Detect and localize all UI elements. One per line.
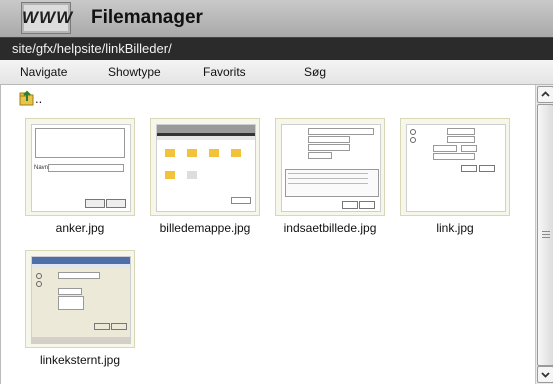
chevron-up-icon	[541, 91, 550, 97]
current-path: site/gfx/helpsite/linkBilleder/	[12, 41, 172, 56]
app-title: Filemanager	[91, 7, 203, 28]
file-view: .. Navn: anker.jpg billedemappe.jpg inds…	[0, 85, 536, 384]
menu-favorits[interactable]: Favorits	[203, 65, 246, 79]
file-name[interactable]: link.jpg	[385, 221, 525, 235]
scroll-down-button[interactable]	[537, 366, 553, 383]
thumbnail[interactable]: Navn:	[25, 118, 135, 216]
file-name[interactable]: billedemappe.jpg	[135, 221, 275, 235]
chevron-down-icon	[541, 372, 550, 378]
menu-navigate[interactable]: Navigate	[20, 65, 67, 79]
vertical-scrollbar[interactable]	[535, 85, 553, 384]
grip-line	[542, 234, 550, 235]
file-name[interactable]: linkeksternt.jpg	[10, 353, 150, 367]
thumbnail[interactable]	[25, 250, 135, 348]
thumbnail-image	[281, 124, 381, 212]
grip-line	[542, 237, 550, 238]
thumbnail-image	[31, 256, 131, 344]
thumbnail[interactable]	[400, 118, 510, 216]
grip-line	[542, 231, 550, 232]
title-bar: WWW Filemanager	[0, 0, 553, 37]
thumbnail[interactable]	[150, 118, 260, 216]
thumbnail-image	[156, 124, 256, 212]
file-name[interactable]: indsaetbillede.jpg	[260, 221, 400, 235]
scrollbar-thumb[interactable]	[537, 104, 553, 366]
app-logo: WWW	[21, 2, 72, 34]
folder-up-icon[interactable]	[19, 90, 35, 106]
path-bar: site/gfx/helpsite/linkBilleder/	[0, 37, 553, 60]
menu-search[interactable]: Søg	[304, 65, 326, 79]
thumbnail-image: Navn:	[31, 124, 131, 212]
menu-bar: Navigate Showtype Favorits Søg	[0, 60, 553, 85]
scroll-up-button[interactable]	[537, 86, 553, 103]
thumbnail-image	[406, 124, 506, 212]
file-name[interactable]: anker.jpg	[10, 221, 150, 235]
menu-showtype[interactable]: Showtype	[108, 65, 161, 79]
thumbnail[interactable]	[275, 118, 385, 216]
parent-folder-link[interactable]: ..	[35, 91, 42, 106]
